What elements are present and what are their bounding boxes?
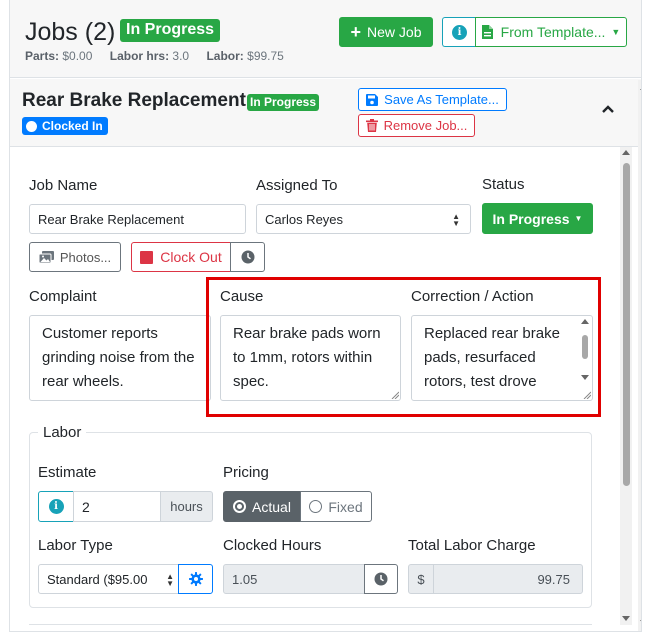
panel-scroll-thumb[interactable]: [641, 97, 642, 567]
pricing-fixed-radio[interactable]: Fixed: [300, 491, 372, 522]
currency-addon: $: [408, 564, 434, 594]
job-name-label: Job Name: [29, 177, 98, 194]
estimate-input[interactable]: 2: [73, 491, 161, 522]
labor-total-label: Labor:: [206, 49, 244, 63]
plus-icon: +: [350, 22, 362, 42]
assigned-to-value: Carlos Reyes: [265, 211, 344, 227]
status-value: In Progress: [492, 210, 570, 227]
labor-type-label: Labor Type: [38, 537, 113, 554]
jobs-title: Jobs (2): [25, 18, 116, 46]
radio-unchecked-icon: [309, 500, 323, 513]
clock-history-button[interactable]: [230, 242, 265, 272]
card-scroll-thumb[interactable]: [623, 163, 630, 486]
pricing-fixed-label: Fixed: [328, 498, 363, 515]
radio-checked-icon: [233, 500, 247, 513]
file-icon: [481, 25, 493, 39]
photos-label: Photos...: [59, 249, 112, 265]
labor-type-settings-button[interactable]: [178, 564, 213, 594]
clock-out-label: Clock Out: [160, 249, 222, 265]
new-job-label: New Job: [367, 24, 422, 40]
complaint-label: Complaint: [29, 288, 97, 305]
parts-total: Parts: $0.00: [25, 49, 92, 63]
jobs-totals: Parts: $0.00 Labor hrs: 3.0 Labor: $99.7…: [25, 49, 298, 63]
total-labor-charge-label: Total Labor Charge: [408, 537, 536, 554]
caret-down-icon: ▼: [611, 27, 621, 37]
info-icon: i: [48, 499, 64, 514]
status-label: Status: [482, 176, 525, 193]
parts-total-value: $0.00: [62, 49, 93, 63]
scroll-up-arrow-icon[interactable]: [622, 150, 630, 155]
stop-icon: [140, 250, 154, 264]
complaint-text: Customer reports grinding noise from the…: [42, 325, 195, 390]
job-title: Rear Brake Replacement: [22, 90, 246, 111]
clock-out-button[interactable]: Clock Out: [131, 242, 231, 272]
remove-job-button[interactable]: Remove Job...: [358, 114, 475, 137]
clocked-in-label: Clocked In: [42, 119, 103, 133]
new-job-button[interactable]: + New Job: [339, 17, 433, 47]
labor-hrs-value: 3.0: [172, 49, 190, 63]
estimate-label: Estimate: [38, 464, 97, 481]
photos-button[interactable]: Photos...: [29, 242, 121, 272]
clock-icon: [241, 250, 254, 264]
labor-hrs-label: Labor hrs:: [109, 49, 170, 63]
clocked-hours-clock-button[interactable]: [364, 564, 398, 594]
trash-icon: [365, 119, 378, 132]
save-as-template-label: Save As Template...: [384, 92, 499, 107]
highlight-box: [206, 277, 601, 417]
scroll-down-arrow-icon[interactable]: [622, 616, 630, 621]
from-template-label: From Template...: [500, 24, 606, 40]
job-name-input[interactable]: Rear Brake Replacement: [29, 204, 246, 234]
job-status-badge: In Progress: [247, 94, 320, 111]
panel-scrollbar[interactable]: [638, 80, 641, 631]
caret-down-icon: ▼: [574, 214, 583, 223]
save-as-template-button[interactable]: Save As Template...: [358, 88, 507, 111]
jobs-status-badge: In Progress: [120, 19, 221, 42]
job-card-header: Rear Brake Replacement In Progress Clock…: [10, 79, 641, 147]
chevron-up-icon[interactable]: [600, 101, 616, 117]
info-icon: i: [452, 24, 467, 40]
template-info-button[interactable]: i: [442, 17, 476, 47]
assigned-to-select[interactable]: Carlos Reyes ▲ ▼: [256, 204, 471, 234]
labor-legend: Labor: [38, 424, 87, 441]
clocked-in-badge: Clocked In: [22, 117, 108, 135]
jobs-header: Jobs (2) In Progress Parts: $0.00 Labor …: [10, 0, 641, 78]
scroll-down-arrow-icon[interactable]: [640, 620, 641, 625]
assigned-to-label: Assigned To: [256, 177, 338, 194]
gear-icon: [188, 572, 203, 586]
images-icon: [38, 251, 54, 263]
labor-hrs-total: Labor hrs: 3.0: [110, 49, 189, 63]
pricing-label: Pricing: [223, 464, 269, 481]
next-section-divider: [29, 624, 592, 625]
labor-total-value: $99.75: [247, 49, 284, 63]
remove-job-label: Remove Job...: [383, 118, 468, 133]
estimate-unit: hours: [160, 491, 213, 522]
from-template-button[interactable]: From Template... ▼: [475, 17, 627, 47]
labor-type-value: Standard ($95.00: [47, 571, 148, 587]
pricing-actual-radio[interactable]: Actual: [223, 491, 301, 522]
complaint-textarea[interactable]: Customer reports grinding noise from the…: [29, 315, 211, 401]
save-icon: [366, 93, 379, 106]
jobs-panel: Jobs (2) In Progress Parts: $0.00 Labor …: [9, 0, 642, 632]
clock-dot-icon: [26, 120, 37, 132]
scroll-up-arrow-icon[interactable]: [640, 85, 641, 90]
parts-total-label: Parts:: [25, 49, 60, 63]
select-arrows-icon: ▲ ▼: [164, 572, 174, 588]
labor-type-select[interactable]: Standard ($95.00 ▲ ▼: [38, 564, 179, 594]
clocked-hours-label: Clocked Hours: [223, 537, 322, 554]
clock-icon: [374, 572, 388, 586]
labor-total: Labor: $99.75: [206, 49, 283, 63]
total-labor-charge-input: 99.75: [433, 564, 583, 594]
clocked-hours-input: 1.05: [223, 564, 365, 594]
pricing-actual-label: Actual: [252, 498, 291, 515]
estimate-info-button[interactable]: i: [38, 491, 74, 522]
status-dropdown-button[interactable]: In Progress ▼: [482, 203, 593, 234]
select-arrows-icon: ▲ ▼: [452, 212, 460, 228]
